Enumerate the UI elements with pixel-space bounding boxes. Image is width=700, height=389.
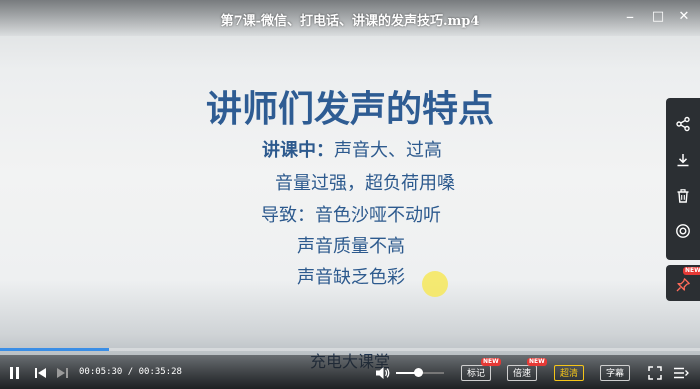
volume-icon[interactable] [375, 365, 391, 381]
slide-line-3: 导致：音色沙哑不动听 [261, 205, 441, 226]
pin-icon[interactable] [671, 273, 695, 297]
quality-button[interactable]: 超清 [554, 365, 584, 381]
control-bar: 00:05:30 / 00:35:28 标记 NEW 倍速 NEW 超清 字幕 [0, 355, 700, 389]
fullscreen-icon[interactable] [648, 365, 662, 381]
progress-bar[interactable] [0, 348, 700, 351]
delete-icon[interactable] [671, 184, 695, 208]
mark-new-badge: NEW [481, 358, 501, 366]
playlist-icon[interactable] [673, 365, 689, 381]
slide-line-1-text: 声音大、过高 [334, 140, 442, 161]
time-display: 00:05:30 / 00:35:28 [79, 367, 182, 377]
window-title: 第7课-微信、打电话、讲课的发声技巧.mp4 [220, 14, 480, 29]
target-icon[interactable] [671, 219, 695, 243]
previous-icon[interactable] [34, 365, 48, 381]
video-player: 讲师们发声的特点 讲课中：声音大、过高 音量过强，超负荷用嗓 导致：音色沙哑不动… [0, 0, 700, 389]
slide-line-1-label: 讲课中： [262, 140, 334, 161]
close-button[interactable]: ✕ [673, 6, 695, 28]
time-separator: / [127, 367, 134, 377]
side-toolbar [666, 98, 700, 260]
video-frame[interactable]: 讲师们发声的特点 讲课中：声音大、过高 音量过强，超负荷用嗓 导致：音色沙哑不动… [0, 0, 700, 389]
minimize-button[interactable]: – [619, 6, 641, 28]
share-icon[interactable] [671, 112, 695, 136]
download-icon[interactable] [671, 148, 695, 172]
slide-heading: 讲师们发声的特点 [205, 89, 494, 130]
volume-knob[interactable] [413, 368, 423, 377]
next-icon[interactable] [55, 365, 69, 381]
speed-button[interactable]: 倍速 [507, 365, 537, 381]
maximize-button[interactable]: □ [647, 6, 669, 28]
progress-fill [0, 348, 109, 351]
mark-button[interactable]: 标记 [461, 365, 491, 381]
current-time: 00:05:30 [79, 367, 123, 377]
speed-new-badge: NEW [527, 358, 547, 366]
pause-icon[interactable] [9, 365, 21, 381]
slide-line-1: 讲课中：声音大、过高 [262, 136, 442, 162]
total-time: 00:35:28 [138, 367, 182, 377]
slide-line-4: 声音质量不高 [297, 236, 405, 257]
subtitle-button[interactable]: 字幕 [600, 365, 630, 381]
pin-panel: NEW [666, 265, 700, 301]
slide-line-2: 音量过强，超负荷用嗓 [275, 173, 455, 194]
pointer-highlight [422, 271, 448, 297]
slide-line-5: 声音缺乏色彩 [297, 267, 405, 288]
title-bar: 第7课-微信、打电话、讲课的发声技巧.mp4 – □ ✕ [0, 0, 700, 36]
